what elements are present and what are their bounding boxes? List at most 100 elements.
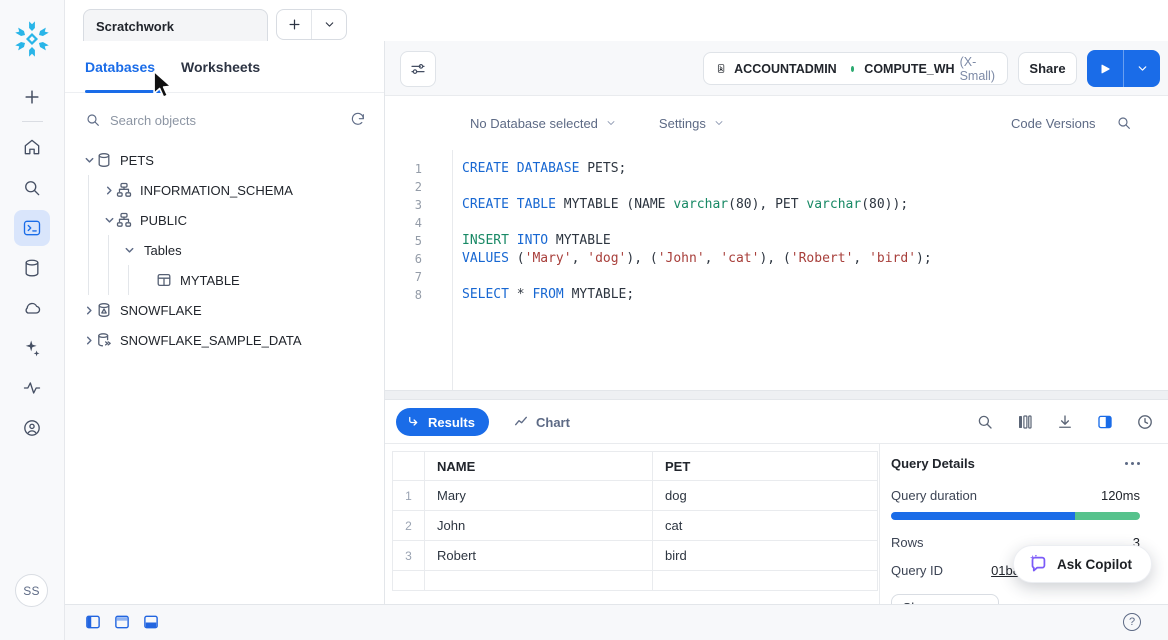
results-columns-button[interactable]	[1015, 412, 1035, 432]
rail-data-button[interactable]	[14, 250, 50, 286]
tree-item-snowflake[interactable]: SNOWFLAKE	[65, 295, 384, 325]
results-search-button[interactable]	[975, 412, 995, 432]
run-options-button[interactable]	[1123, 50, 1160, 87]
table-row[interactable]: 3Robertbird	[392, 541, 878, 571]
rail-search-button[interactable]	[14, 170, 50, 206]
tree-item-label: MYTABLE	[180, 273, 240, 288]
worksheet-tab-bar: Scratchwork	[65, 0, 1168, 41]
chevron-down-icon	[1136, 62, 1149, 75]
new-worksheet-button[interactable]	[14, 79, 50, 115]
database-icon	[96, 152, 112, 168]
editor-settings-dropdown[interactable]: Settings	[659, 116, 725, 131]
line-number: 8	[385, 286, 452, 304]
code-line-2[interactable]: 2	[385, 178, 1168, 196]
results-history-button[interactable]	[1135, 412, 1155, 432]
tree-expand-chevron[interactable]	[82, 153, 96, 167]
rail-cloud-button[interactable]	[14, 290, 50, 326]
code-line-1[interactable]: 1CREATE DATABASE PETS;	[385, 160, 1168, 178]
rail-home-button[interactable]	[14, 129, 50, 165]
code-line-3[interactable]: 3CREATE TABLE MYTABLE (NAME varchar(80),…	[385, 196, 1168, 214]
user-avatar[interactable]: SS	[15, 574, 48, 607]
tree-expand-chevron[interactable]	[82, 333, 96, 347]
editor-results-resize-handle[interactable]	[385, 390, 1168, 400]
worksheet-tab[interactable]: Scratchwork	[83, 9, 268, 42]
query-details-menu-button[interactable]	[1125, 458, 1140, 469]
toggle-editor-panel-button[interactable]	[115, 615, 129, 629]
table-cell[interactable]: Robert	[424, 541, 652, 571]
tree-item-public[interactable]: PUBLIC	[65, 205, 384, 235]
database-icon	[96, 152, 112, 168]
context-selector[interactable]: ACCOUNTADMIN COMPUTE_WH (X-Small)	[703, 52, 1008, 85]
line-number: 6	[385, 250, 452, 268]
results-split-view-button[interactable]	[1095, 412, 1115, 432]
sparkles-icon	[22, 338, 42, 358]
tree-expand-chevron[interactable]	[82, 303, 96, 317]
worksheet-options-button[interactable]	[400, 51, 436, 87]
table-cell[interactable]: John	[424, 511, 652, 541]
code-line-5[interactable]: 5INSERT INTO MYTABLE	[385, 232, 1168, 250]
editor-search-button[interactable]	[1116, 115, 1132, 131]
table-cell[interactable]: dog	[652, 481, 878, 511]
history-clock-icon	[1136, 413, 1154, 431]
tree-item-tables[interactable]: Tables	[65, 235, 384, 265]
database-selector-dropdown[interactable]: No Database selected	[470, 116, 617, 131]
code-area[interactable]: 1CREATE DATABASE PETS;23CREATE TABLE MYT…	[385, 150, 1168, 390]
tab-list-button[interactable]	[311, 10, 346, 39]
code-line-4[interactable]: 4	[385, 214, 1168, 232]
role-badge-icon	[716, 60, 726, 77]
tab-results[interactable]: Results	[396, 408, 489, 436]
table-cell[interactable]: bird	[652, 541, 878, 571]
code-line-6[interactable]: 6VALUES ('Mary', 'dog'), ('John', 'cat')…	[385, 250, 1168, 268]
chevron-down-icon	[84, 155, 95, 166]
shared-database-icon	[96, 332, 112, 348]
table-cell[interactable]: Mary	[424, 481, 652, 511]
activity-pulse-icon	[22, 378, 42, 398]
tree-item-information_schema[interactable]: INFORMATION_SCHEMA	[65, 175, 384, 205]
rail-activity-button[interactable]	[14, 370, 50, 406]
chevron-down-icon	[323, 18, 336, 31]
column-header-name[interactable]: NAME	[424, 451, 652, 481]
table-row[interactable]: 1Marydog	[392, 481, 878, 511]
tree-item-mytable[interactable]: MYTABLE	[65, 265, 384, 295]
refresh-button[interactable]	[350, 112, 366, 128]
toggle-results-panel-button[interactable]	[144, 615, 158, 629]
rail-admin-button[interactable]	[14, 410, 50, 446]
run-button[interactable]	[1087, 50, 1123, 87]
tree-expand-chevron[interactable]	[102, 213, 116, 227]
duration-progress-bar	[891, 512, 1140, 520]
add-tab-button[interactable]	[277, 10, 311, 39]
columns-icon	[1016, 413, 1034, 431]
ask-copilot-button[interactable]: Ask Copilot	[1013, 545, 1152, 583]
rail-worksheets-button[interactable]	[14, 210, 50, 246]
tree-expand-chevron[interactable]	[102, 183, 116, 197]
table-row-partial	[392, 571, 878, 591]
share-button[interactable]: Share	[1018, 52, 1077, 85]
tab-chart[interactable]: Chart	[513, 408, 570, 436]
column-header-pet[interactable]: PET	[652, 451, 878, 481]
plus-icon	[287, 17, 302, 32]
rail-ai-button[interactable]	[14, 330, 50, 366]
tab-databases[interactable]: Databases	[85, 59, 155, 75]
tree-item-snowflake_sample_data[interactable]: SNOWFLAKE_SAMPLE_DATA	[65, 325, 384, 355]
code-text	[452, 268, 462, 286]
snowflake-logo-icon	[13, 20, 51, 58]
chevron-down-icon	[104, 215, 115, 226]
help-label: ?	[1129, 616, 1135, 628]
tree-item-label: PETS	[120, 153, 154, 168]
code-text: VALUES ('Mary', 'dog'), ('John', 'cat'),…	[452, 250, 932, 268]
help-button[interactable]: ?	[1123, 613, 1141, 631]
code-line-7[interactable]: 7	[385, 268, 1168, 286]
tree-item-pets[interactable]: PETS	[65, 145, 384, 175]
schema-icon	[116, 212, 132, 228]
tree-expand-chevron[interactable]	[122, 243, 136, 257]
search-objects-input[interactable]	[110, 113, 350, 128]
tab-worksheets[interactable]: Worksheets	[181, 59, 260, 75]
worksheet-toolbar: ACCOUNTADMIN COMPUTE_WH (X-Small) Share	[385, 41, 1168, 96]
results-download-button[interactable]	[1055, 412, 1075, 432]
toggle-left-panel-button[interactable]	[86, 615, 100, 629]
table-row[interactable]: 2Johncat	[392, 511, 878, 541]
code-versions-link[interactable]: Code Versions	[1011, 116, 1096, 131]
table-cell[interactable]: cat	[652, 511, 878, 541]
duration-value: 120ms	[1101, 488, 1140, 503]
code-line-8[interactable]: 8SELECT * FROM MYTABLE;	[385, 286, 1168, 304]
